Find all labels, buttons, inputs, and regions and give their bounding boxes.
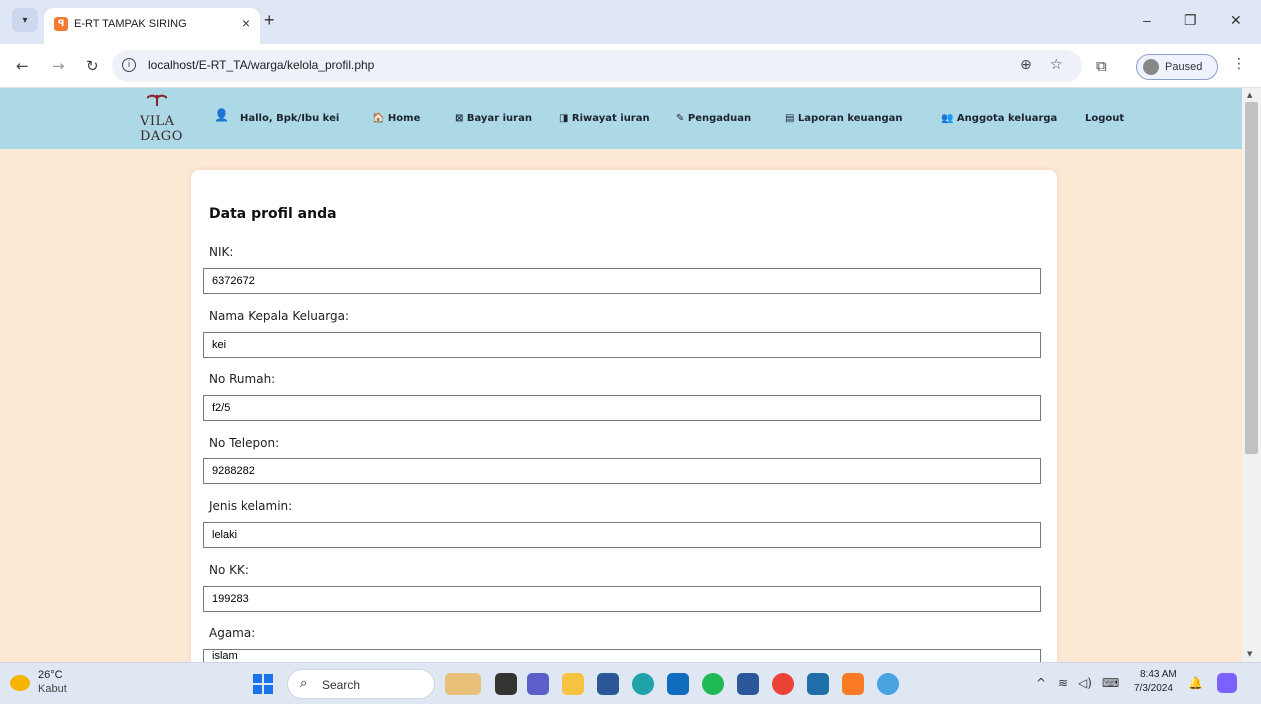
tab-title: E-RT TAMPAK SIRING	[74, 18, 187, 30]
spotify-icon[interactable]	[702, 673, 724, 695]
minimize-button[interactable]: –	[1143, 12, 1151, 28]
weather-temperature[interactable]: 26°C	[38, 669, 63, 681]
field-label-no-telepon: No Telepon:	[209, 436, 280, 450]
scroll-down-icon[interactable]: ▼	[1247, 650, 1252, 658]
chevron-up-icon[interactable]: ^	[1036, 676, 1046, 690]
nav-riwayat-iuran[interactable]: ◨ Riwayat iuran	[559, 113, 650, 124]
back-arrow-icon[interactable]: ←	[16, 57, 29, 75]
more-menu-icon[interactable]: ⋮	[1232, 56, 1246, 72]
card-title: Data profil anda	[209, 206, 337, 222]
notification-bell-icon[interactable]: 🔔	[1188, 676, 1203, 690]
teams-icon[interactable]	[527, 673, 549, 695]
page-scrollbar[interactable]: ▲ ▼	[1242, 88, 1261, 662]
avatar	[1143, 59, 1159, 75]
logo-text: VILA DAGO	[140, 114, 183, 144]
nav-home[interactable]: 🏠 Home	[372, 113, 420, 124]
nav-bayar-iuran[interactable]: ⊠ Bayar iuran	[455, 113, 532, 124]
restore-button[interactable]: ❐	[1184, 12, 1197, 29]
scroll-up-icon[interactable]: ▲	[1247, 91, 1252, 99]
url-text[interactable]: localhost/E-RT_TA/warga/kelola_profil.ph…	[148, 58, 374, 72]
store-icon[interactable]	[597, 673, 619, 695]
volume-icon[interactable]: ◁)	[1078, 676, 1092, 690]
nama-kepala-keluarga-field[interactable]: kei	[203, 332, 1041, 358]
field-label-jenis-kelamin: Jenis kelamin:	[209, 499, 293, 513]
edge-icon[interactable]	[632, 673, 654, 695]
nav-laporan-keuangan[interactable]: ▤ Laporan keuangan	[785, 113, 903, 124]
field-label-nik: NIK:	[209, 245, 234, 259]
chrome-icon[interactable]	[772, 673, 794, 695]
browser-tab[interactable]: ꟼ E-RT TAMPAK SIRING ×	[44, 8, 260, 44]
agama-field[interactable]: islam	[203, 649, 1041, 663]
zoom-icon[interactable]: ⊕	[1020, 57, 1032, 73]
terminal-icon[interactable]	[807, 673, 829, 695]
close-window-button[interactable]: ✕	[1230, 12, 1242, 29]
nik-field[interactable]: 6372672	[203, 268, 1041, 294]
xampp-favicon-icon: ꟼ	[54, 17, 68, 31]
nav-anggota-keluarga[interactable]: 👥 Anggota keluarga	[941, 113, 1057, 124]
forward-arrow-icon[interactable]: →	[52, 57, 65, 75]
field-label-no-rumah: No Rumah:	[209, 372, 276, 386]
word-icon[interactable]	[737, 673, 759, 695]
no-kk-field[interactable]: 199283	[203, 586, 1041, 612]
browser-toolbar: ← → ↻ i localhost/E-RT_TA/warga/kelola_p…	[0, 44, 1261, 88]
clock-time[interactable]: 8:43 AM	[1140, 669, 1177, 680]
tab-search-button[interactable]: ▾	[12, 8, 38, 32]
user-icon: 👤	[214, 108, 229, 122]
file-explorer-icon[interactable]	[562, 673, 584, 695]
copilot-icon[interactable]	[1217, 673, 1237, 693]
site-info-icon[interactable]: i	[122, 58, 136, 72]
field-label-no-kk: No KK:	[209, 563, 249, 577]
language-icon[interactable]: ⌨	[1102, 676, 1119, 690]
tab-close-icon[interactable]: ×	[242, 15, 250, 31]
nav-pengaduan[interactable]: ✎ Pengaduan	[676, 113, 751, 124]
clock-date[interactable]: 7/3/2024	[1134, 683, 1173, 694]
site-logo[interactable]: VILA DAGO	[140, 94, 202, 144]
weather-description[interactable]: Kabut	[38, 683, 67, 695]
wifi-icon[interactable]: ≋	[1058, 676, 1068, 690]
taskbar-search[interactable]: ⌕ Search	[287, 669, 435, 699]
windows-start-icon[interactable]	[253, 674, 273, 694]
search-icon: ⌕	[300, 676, 308, 691]
scroll-thumb[interactable]	[1245, 102, 1258, 454]
widgets-icon[interactable]	[445, 673, 481, 695]
reload-icon[interactable]: ↻	[86, 57, 99, 75]
browser-tab-bar: ▾ ꟼ E-RT TAMPAK SIRING × + – ❐ ✕	[0, 0, 1261, 44]
xampp-icon[interactable]	[842, 673, 864, 695]
mail-icon[interactable]	[667, 673, 689, 695]
flower-logo-icon	[147, 94, 167, 106]
task-view-icon[interactable]	[495, 673, 517, 695]
search-placeholder: Search	[322, 678, 361, 692]
address-bar[interactable]: i localhost/E-RT_TA/warga/kelola_profil.…	[112, 50, 1082, 82]
profile-card: Data profil anda NIK: 6372672 Nama Kepal…	[191, 170, 1057, 670]
extensions-icon[interactable]: ⧉	[1096, 57, 1107, 75]
profile-button[interactable]: Paused	[1136, 54, 1218, 80]
greeting-text: Hallo, Bpk/Ibu kei	[240, 113, 340, 124]
new-tab-button[interactable]: +	[264, 11, 275, 29]
field-label-agama: Agama:	[209, 626, 256, 640]
no-rumah-field[interactable]: f2/5	[203, 395, 1041, 421]
bookmark-star-icon[interactable]: ☆	[1050, 57, 1063, 73]
profile-status: Paused	[1165, 61, 1203, 73]
field-label-nama: Nama Kepala Keluarga:	[209, 309, 349, 323]
weather-icon[interactable]	[10, 675, 30, 691]
site-navbar: VILA DAGO 👤 Hallo, Bpk/Ibu kei 🏠 Home ⊠ …	[0, 88, 1242, 149]
nav-logout[interactable]: Logout	[1085, 113, 1124, 124]
windows-taskbar: 26°C Kabut ⌕ Search ^ ≋ ◁) ⌨ 8:43 AM 7/3…	[0, 662, 1261, 704]
app-icon[interactable]	[877, 673, 899, 695]
jenis-kelamin-field[interactable]: lelaki	[203, 522, 1041, 548]
no-telepon-field[interactable]: 9288282	[203, 458, 1041, 484]
